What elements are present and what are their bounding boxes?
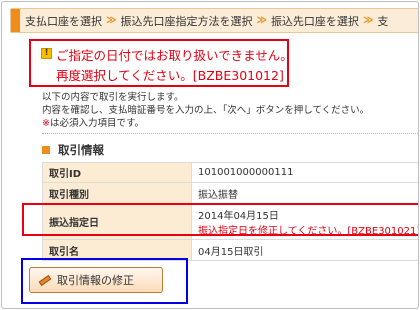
step-separator-icon: ≫	[256, 15, 267, 26]
error-line-2: 再度選択してください。[BZBE301012]	[56, 68, 284, 83]
step-marker	[11, 9, 20, 32]
required-note: は必須入力項目です。	[49, 118, 145, 129]
row-value: 101001000000111	[191, 162, 418, 183]
row-label: 取引種別	[42, 182, 192, 204]
row-label: 取引ID	[42, 162, 192, 183]
info-line-3: ※は必須入力項目です。	[42, 115, 144, 129]
step-select-payment-account: 支払口座を選択	[25, 14, 102, 28]
edit-button-label: 取引情報の修正	[57, 274, 134, 287]
edit-transaction-button[interactable]: 取引情報の修正	[29, 267, 163, 293]
step-separator-icon: ≫	[362, 15, 374, 26]
row-value: 04月15日取引	[191, 239, 418, 261]
section-title: 取引情報	[58, 143, 104, 157]
pencil-icon	[38, 274, 52, 287]
warning-icon: !	[41, 48, 52, 59]
step-select-transfer-account: 振込先口座を選択	[270, 14, 359, 28]
step-select-transfer-method: 振込先口座指定方法を選択	[120, 14, 253, 28]
step-next: 支	[377, 14, 389, 28]
info-line-1: 以下の内容で取引を実行します。	[42, 92, 184, 103]
table-row: 取引種別 振込振替	[42, 182, 418, 204]
error-message-box: ! ご指定の日付ではお取り扱いできません。 再度選択してください。[BZBE30…	[29, 39, 293, 87]
row-value: 振込振替	[191, 182, 418, 204]
section-heading: 取引情報	[42, 142, 104, 158]
error-line-1: ご指定の日付ではお取り扱いできません。	[56, 48, 293, 63]
section-square-icon	[42, 146, 50, 154]
required-mark: ※	[42, 118, 50, 129]
step-bar: 支払口座を選択 ≫ 振込先口座指定方法を選択 ≫ 振込先口座を選択 ≫ 支	[10, 8, 418, 33]
step-separator-icon: ≫	[106, 15, 117, 26]
page-frame: 支払口座を選択 ≫ 振込先口座指定方法を選択 ≫ 振込先口座を選択 ≫ 支 ! …	[1, 1, 419, 309]
divider	[42, 133, 418, 134]
error-row-highlight	[22, 203, 418, 236]
info-line-2: 内容を確認し、支払暗証番号を入力の上、「次へ」ボタンを押してください。	[42, 105, 370, 116]
table-row: 取引ID 101001000000111	[42, 162, 418, 183]
